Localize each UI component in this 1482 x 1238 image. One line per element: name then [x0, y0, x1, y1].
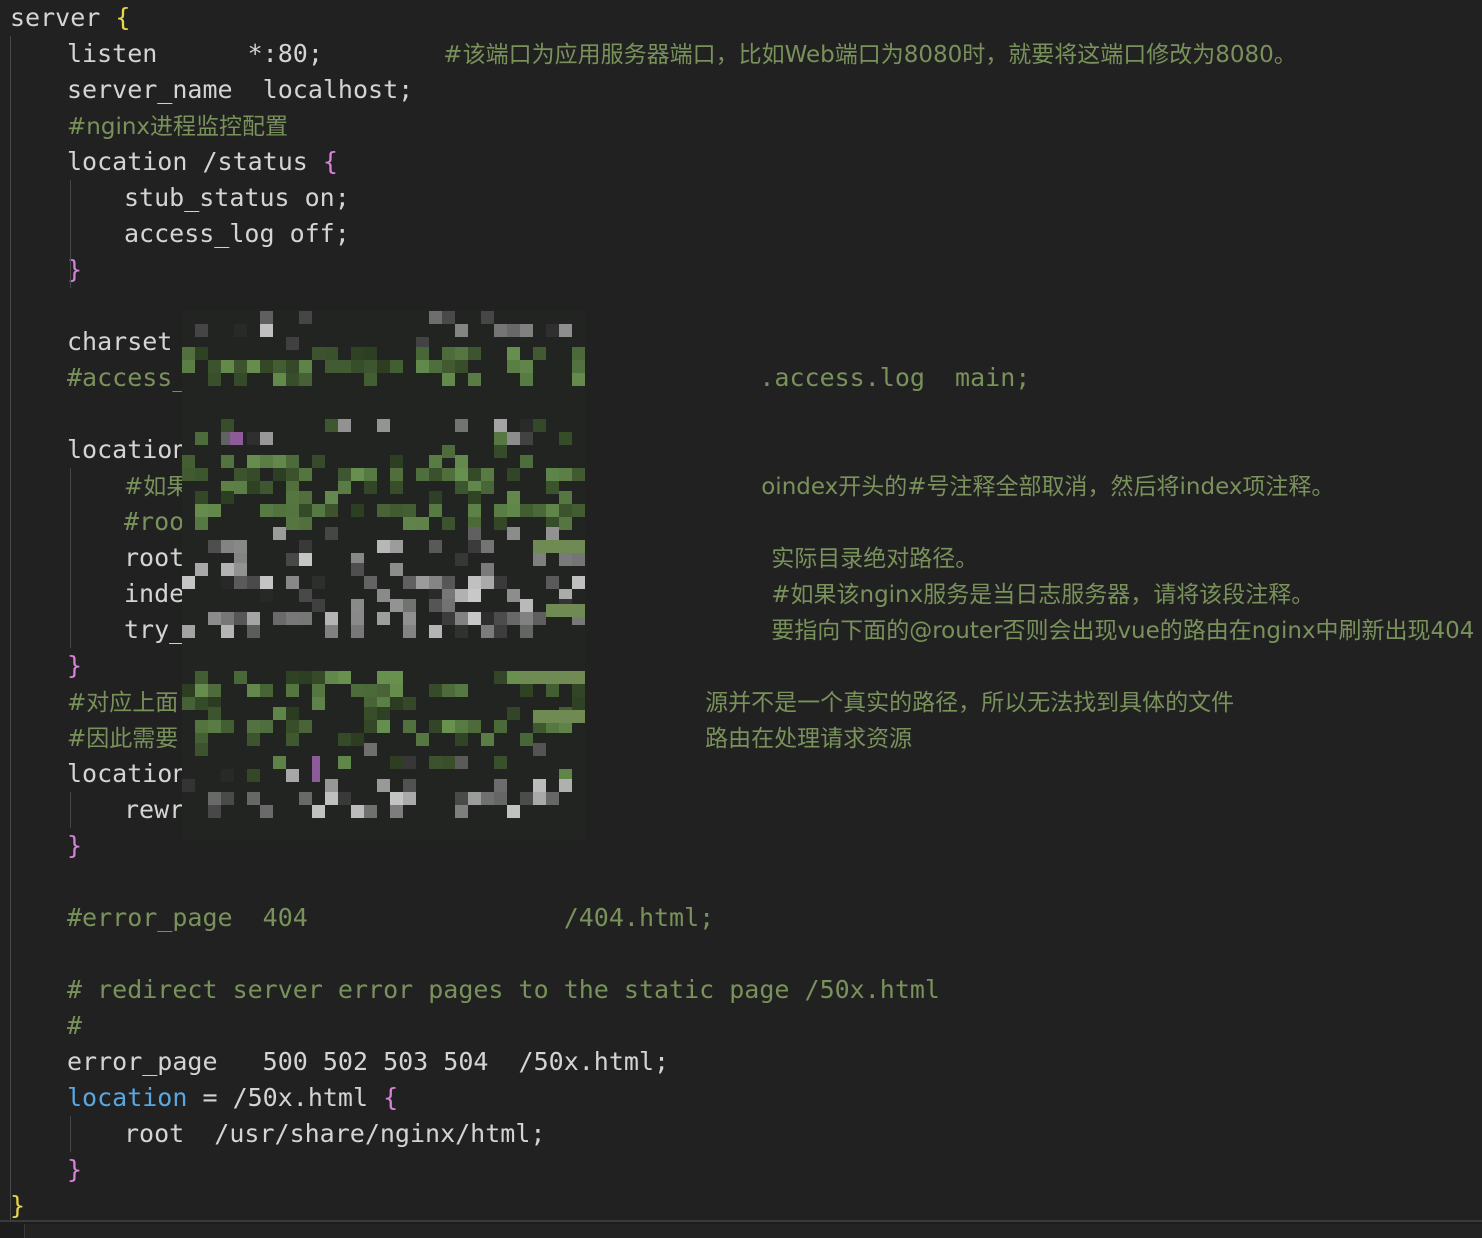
- code-token: 实际目录绝对路径。: [771, 546, 979, 572]
- code-token: rewr: [124, 795, 185, 824]
- code-token: try_: [124, 615, 185, 644]
- indent-guide: [70, 1116, 71, 1152]
- code-line[interactable]: listen *:80; #该端口为应用服务器端口，比如Web端口为8080时，…: [0, 36, 1482, 72]
- code-token: root /usr/share/nginx/html;: [124, 1119, 546, 1148]
- redaction-mosaic-overlay: [182, 310, 585, 840]
- code-token: {: [322, 147, 338, 176]
- code-token: server_name localhost;: [67, 75, 414, 104]
- code-editor[interactable]: server {listen *:80; #该端口为应用服务器端口，比如Web端…: [0, 0, 1482, 1238]
- code-token: #access_: [67, 363, 188, 392]
- code-line[interactable]: [0, 864, 1482, 900]
- code-line[interactable]: server {: [0, 0, 1482, 36]
- code-token: = /50x.html: [187, 1083, 384, 1112]
- indent-guide: [70, 468, 71, 648]
- code-token: inde: [124, 579, 185, 608]
- code-token: location /status: [67, 147, 323, 176]
- code-line[interactable]: [0, 936, 1482, 972]
- code-token: stub_status on;: [124, 183, 350, 212]
- code-token: error_page 500 502 503 504 /50x.html;: [67, 1047, 670, 1076]
- code-token: #对应上面: [67, 690, 179, 716]
- code-token: charset: [67, 327, 173, 356]
- code-line[interactable]: root /usr/share/nginx/html;: [0, 1116, 1482, 1152]
- code-token: 路由在处理请求资源: [705, 726, 913, 752]
- indent-guide: [70, 792, 71, 828]
- code-token: #error_page 404 /404.html;: [67, 903, 715, 932]
- code-token: access_log off;: [124, 219, 350, 248]
- code-token: #: [67, 1011, 83, 1040]
- code-line[interactable]: #error_page 404 /404.html;: [0, 900, 1482, 936]
- code-token: }: [67, 831, 83, 860]
- code-token: }: [67, 1155, 83, 1184]
- code-token: 要指向下面的@router否则会出现vue的路由在nginx中刷新出现404: [771, 618, 1475, 644]
- code-line[interactable]: location = /50x.html {: [0, 1080, 1482, 1116]
- code-line[interactable]: #: [0, 1008, 1482, 1044]
- code-line[interactable]: # redirect server error pages to the sta…: [0, 972, 1482, 1008]
- code-token: {: [383, 1083, 399, 1112]
- code-line[interactable]: location /status {: [0, 144, 1482, 180]
- code-token: location: [67, 435, 188, 464]
- code-token: #nginx进程监控配置: [67, 114, 289, 140]
- code-line[interactable]: }: [0, 1188, 1482, 1224]
- code-token: .access.log main;: [759, 363, 1031, 392]
- code-line[interactable]: }: [0, 252, 1482, 288]
- code-line[interactable]: access_log off;: [0, 216, 1482, 252]
- code-line[interactable]: stub_status on;: [0, 180, 1482, 216]
- code-token: }: [10, 1191, 26, 1220]
- code-line[interactable]: }: [0, 1152, 1482, 1188]
- code-token: {: [115, 3, 131, 32]
- code-token: # redirect server error pages to the sta…: [67, 975, 940, 1004]
- code-token: oindex开头的#号注释全部取消，然后将index项注释。: [761, 474, 1335, 500]
- code-token: #如果: [124, 474, 190, 500]
- code-token: server: [10, 3, 116, 32]
- code-token: root: [124, 543, 185, 572]
- code-token: #如果该nginx服务是当日志服务器，请将该段注释。: [771, 582, 1315, 608]
- code-token: #roo: [124, 507, 185, 536]
- code-token: #该端口为应用服务器端口，比如Web端口为8080时，就要将这端口修改为8080…: [443, 42, 1297, 68]
- code-line[interactable]: error_page 500 502 503 504 /50x.html;: [0, 1044, 1482, 1080]
- indent-guide: [10, 36, 11, 1220]
- code-token: 源并不是一个真实的路径，所以无法找到具体的文件: [705, 690, 1235, 716]
- indent-guide: [70, 180, 71, 288]
- code-line[interactable]: server_name localhost;: [0, 72, 1482, 108]
- code-token: location: [67, 759, 188, 788]
- code-token: listen *:80;: [67, 39, 444, 68]
- bottom-panel-content: [24, 1224, 1482, 1238]
- code-token: location: [67, 1083, 188, 1112]
- code-line[interactable]: #nginx进程监控配置: [0, 108, 1482, 144]
- code-token: #因此需要: [67, 726, 179, 752]
- code-token: }: [67, 651, 83, 680]
